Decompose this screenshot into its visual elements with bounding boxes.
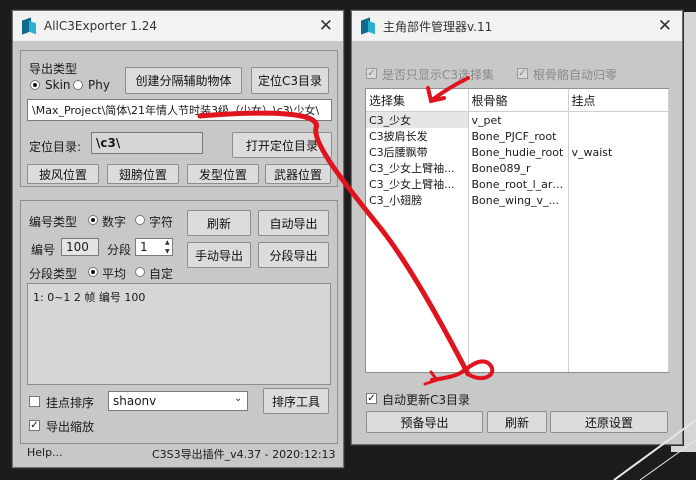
table-cell [568,128,669,144]
show-selection-checkbox[interactable]: ✓ [366,68,377,79]
left-window-title: AllC3Exporter 1.24 [44,19,158,33]
auto-update-label: 自动更新C3目录 [382,393,471,407]
export-scale-label: 导出缩放 [46,420,95,434]
char-label: 字符 [149,215,174,229]
auto-export-button[interactable]: 自动导出 [258,210,329,236]
name-dropdown[interactable]: shaonv [108,391,248,411]
table-cell: C3_小翅膀 [366,192,469,208]
average-radio[interactable] [88,267,98,277]
table-cell [568,160,669,176]
manual-export-button[interactable]: 手动导出 [187,242,251,268]
table-cell: Bone_wing_v_... [468,192,569,208]
sort-tool-button[interactable]: 排序工具 [263,388,329,414]
skin-label: Skin [45,78,71,92]
table-cell: Bone_PJCF_root [468,128,569,144]
wing-pos-button[interactable]: 翅膀位置 [107,164,179,184]
digit-label: 数字 [102,215,127,229]
allc3exporter-window: AllC3Exporter 1.24 ✕ 导出类型 Skin Phy 创建分隔辅… [12,10,344,468]
digit-radio[interactable] [88,215,98,225]
table-cell: Bone_root_l_arm2 [468,176,569,192]
number-label: 编号 [31,243,56,257]
reset-settings-button[interactable]: 还原设置 [550,411,668,433]
preset-export-button[interactable]: 预备导出 [366,411,483,433]
char-radio[interactable] [135,215,145,225]
hair-pos-button[interactable]: 发型位置 [187,164,259,184]
refresh-right-button[interactable]: 刷新 [487,411,547,433]
table-row[interactable]: C3_少女上臂袖... Bone089_r [366,160,669,176]
column-header-hangpoint[interactable]: 挂点 [568,89,669,112]
column-header-selection[interactable]: 选择集 [366,89,469,112]
column-header-root-bone[interactable]: 根骨骼 [468,89,569,112]
plugin-version-label: C3S3导出插件_v4.37 - 2020:12:13 [152,448,336,461]
left-close-icon[interactable]: ✕ [319,16,333,36]
average-label: 平均 [102,267,127,281]
segment-label: 分段 [107,243,132,257]
number-field[interactable]: 100 [61,238,99,256]
table-header: 选择集 根骨骼 挂点 [366,89,669,112]
segment-export-button[interactable]: 分段导出 [258,242,329,268]
help-link[interactable]: Help... [27,446,63,459]
segment-listbox[interactable]: 1: 0~1 2 帧 编号 100 [27,283,331,385]
right-close-icon[interactable]: ✕ [658,16,672,36]
auto-bone-checkbox[interactable]: ✓ [517,68,528,79]
table-cell: C3_少女上臂袖... [366,160,469,176]
table-row[interactable]: C3_少女 v_pet [366,111,669,128]
custom-label: 自定 [149,267,174,281]
export-type-label: 导出类型 [29,62,78,76]
hangpoint-sort-checkbox[interactable] [29,396,40,407]
phy-label: Phy [88,78,110,92]
right-titlebar[interactable]: 主角部件管理器v.11 ✕ [352,11,682,41]
component-manager-window: 主角部件管理器v.11 ✕ ✓ 是否只显示C3选择集 ✓ 根骨骼自动归零 选择集… [351,10,683,445]
left-titlebar[interactable]: AllC3Exporter 1.24 ✕ [13,11,343,41]
export-scale-checkbox[interactable]: ✓ [29,420,40,431]
refresh-left-button[interactable]: 刷新 [187,210,251,236]
selection-table: 选择集 根骨骼 挂点 C3_少女 v_pet C3披肩长发 Bone_PJCF_ro… [366,89,669,372]
segment-type-label: 分段类型 [29,267,78,281]
table-row[interactable]: C3_小翅膀 Bone_wing_v_... [366,192,669,208]
table-cell: Bone_hudie_root [468,144,569,160]
table-cell: v_waist [568,144,669,160]
table-row[interactable]: C3_少女上臂袖... Bone_root_l_arm2 [366,176,669,192]
auto-update-checkbox[interactable]: ✓ [366,393,377,404]
table-row[interactable]: C3披肩长发 Bone_PJCF_root [366,128,669,144]
create-helper-button[interactable]: 创建分隔辅助物体 [125,67,242,94]
app-logo-icon [22,19,36,33]
table-cell: C3_少女 [366,111,469,128]
chevron-down-icon[interactable]: ⌄ [234,393,242,404]
table-row[interactable]: C3后腰飘带 Bone_hudie_root v_waist [366,144,669,160]
table-cell: C3后腰飘带 [366,144,469,160]
path-field[interactable]: \Max_Project\简体\21年情人节时装3级（少女）\c3\少女\ [27,99,332,121]
app-logo-icon [361,19,375,33]
table-cell: v_pet [468,111,569,128]
show-selection-label: 是否只显示C3选择集 [382,68,495,82]
table-cell [568,111,669,128]
table-cell [568,192,669,208]
locate-dir-field[interactable]: \c3\ [91,132,203,154]
skin-radio[interactable] [30,80,40,90]
spinner-arrows-icon[interactable]: ▲ ▼ [165,238,174,256]
hangpoint-sort-label: 挂点排序 [46,396,95,410]
locate-c3-button[interactable]: 定位C3目录 [251,67,329,94]
table-cell: Bone089_r [468,160,569,176]
table-cell [568,176,669,192]
cape-pos-button[interactable]: 披风位置 [27,164,99,184]
auto-bone-label: 根骨骼自动归零 [533,68,618,82]
open-locate-button[interactable]: 打开定位目录 [232,132,332,158]
table-cell: C3_少女上臂袖... [366,176,469,192]
right-window-title: 主角部件管理器v.11 [383,19,493,34]
table-cell: C3披肩长发 [366,128,469,144]
number-type-label: 编号类型 [29,215,78,229]
weapon-pos-button[interactable]: 武器位置 [265,164,331,184]
locate-dir-label: 定位目录: [29,140,82,154]
segment-list-item[interactable]: 1: 0~1 2 帧 编号 100 [33,289,145,305]
table-row [366,208,669,372]
phy-radio[interactable] [73,80,83,90]
custom-radio[interactable] [135,267,145,277]
